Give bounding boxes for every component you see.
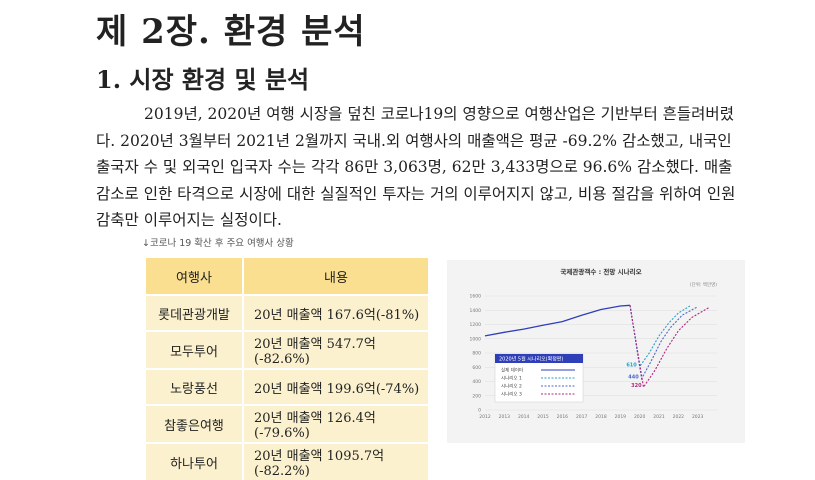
cell-agency: 노랑풍선 [146,368,244,405]
legend-label: 실제 데이터 [501,367,523,374]
x-tick-label: 2015 [537,414,549,420]
table-row: 노랑풍선 20년 매출액 199.6억(-74%) [146,368,428,405]
chart-svg: 국제관광객수 : 전망 시나리오 (단위: 백만명) 0 200 400 600 800 10… [470,267,718,420]
table-header-row: 여행사 내용 [146,258,428,296]
chart-unit-note: (단위: 백만명) [690,281,717,288]
y-tick-label: 800 [472,351,481,357]
legend-title: 2020년 5월 시나리오(확정판) [499,356,563,363]
x-tick-label: 2012 [479,414,491,420]
x-tick-label: 2013 [499,414,511,420]
series-line [484,304,631,337]
table-row: 모두투어 20년 매출액 547.7억(-82.6%) [146,330,428,369]
cell-agency: 롯데관광개발 [146,294,244,331]
x-tick-label: 2016 [557,414,569,420]
data-label: 320 [631,383,642,389]
table-row: 참좋은여행 20년 매출액 126.4억(-79.6%) [146,404,428,443]
table-caption: ↓코로나 19 확산 후 주요 여행사 상황 [142,238,294,249]
travel-agency-table: 여행사 내용 롯데관광개발 20년 매출액 167.6억(-81%) 모두투어 … [146,258,428,480]
y-tick-label: 0 [478,408,481,414]
cell-agency: 모두투어 [146,330,244,369]
data-label: 610 [626,363,637,369]
cell-content: 20년 매출액 126.4억(-79.6%) [243,404,428,443]
y-tick-label: 200 [472,393,481,399]
body-paragraph: 2019년, 2020년 여행 시장을 덮친 코로나19의 영향으로 여행산업은… [96,101,736,234]
cell-content: 20년 매출액 547.7억(-82.6%) [243,330,428,369]
table-row: 하나투어 20년 매출액 1095.7억(-82.2%) [146,442,428,480]
y-tick-label: 1400 [470,308,482,314]
data-label: 440 [628,375,639,381]
series-line [629,305,710,389]
chapter-title: 제 2장. 환경 분석 [96,12,366,52]
x-tick-label: 2022 [673,414,685,420]
legend-label: 시나리오 2 [501,383,522,390]
y-tick-label: 1200 [470,322,482,328]
y-tick-label: 1000 [470,336,482,342]
y-tick-label: 1600 [470,294,482,300]
x-tick-label: 2014 [518,414,530,420]
x-tick-label: 2019 [615,414,627,420]
table-row: 롯데관광개발 20년 매출액 167.6억(-81%) [146,294,428,331]
header-agency: 여행사 [146,258,244,296]
x-tick-label: 2021 [653,414,665,420]
chart-title: 국제관광객수 : 전망 시나리오 [560,267,641,276]
y-tick-label: 600 [472,365,481,371]
legend-label: 시나리오 1 [501,375,522,382]
cell-agency: 하나투어 [146,442,244,480]
legend-label: 시나리오 3 [501,391,522,398]
body-paragraph-text: 2019년, 2020년 여행 시장을 덮친 코로나19의 영향으로 여행산업은… [96,105,736,229]
cell-content: 20년 매출액 199.6억(-74%) [243,368,428,405]
cell-agency: 참좋은여행 [146,404,244,443]
x-tick-label: 2018 [595,414,607,420]
x-tick-label: 2023 [692,414,704,420]
header-content: 내용 [243,258,428,296]
tourism-forecast-chart: 국제관광객수 : 전망 시나리오 (단위: 백만명) 0 200 400 600 800 10… [447,260,745,443]
section-title: 1. 시장 환경 및 분석 [96,65,310,94]
cell-content: 20년 매출액 1095.7억(-82.2%) [243,442,428,480]
cell-content: 20년 매출액 167.6억(-81%) [243,294,428,331]
y-tick-label: 400 [472,379,481,385]
x-tick-label: 2017 [576,414,588,420]
x-tick-label: 2020 [634,414,646,420]
